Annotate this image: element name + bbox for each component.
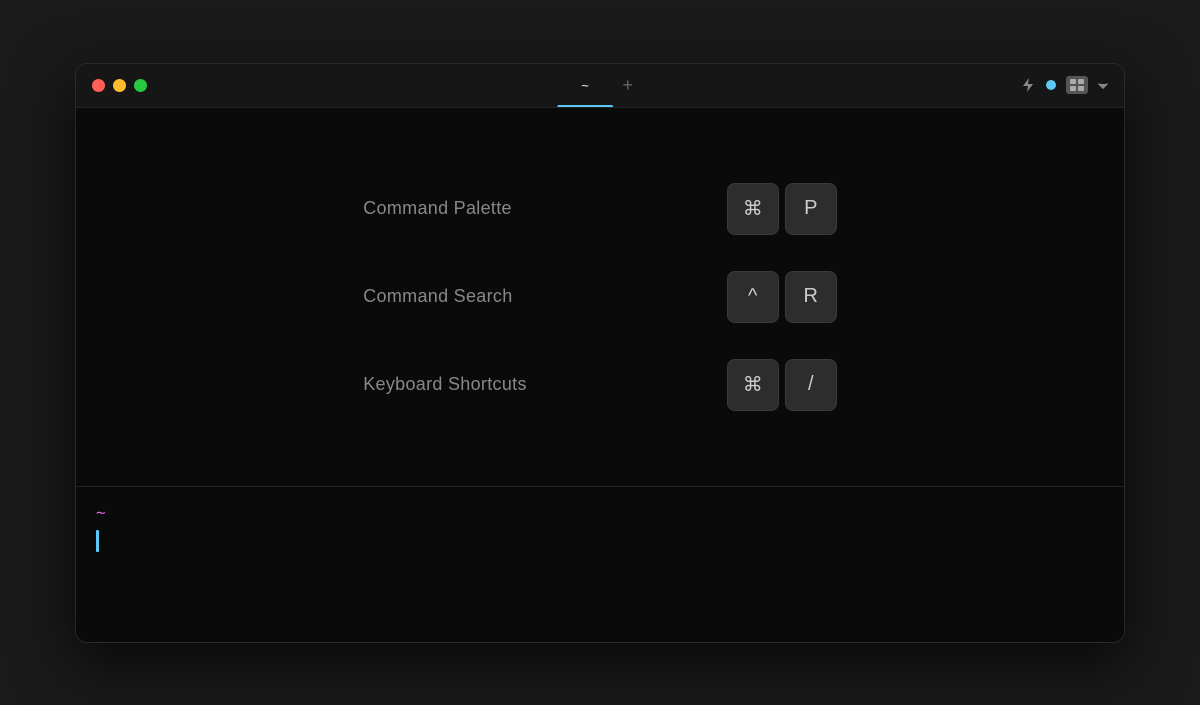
chevron-down-icon[interactable] xyxy=(1098,78,1108,92)
shortcut-keys-keyboard: ⌘ / xyxy=(727,359,837,411)
tab-label: ~ xyxy=(581,78,589,93)
key-r: R xyxy=(785,271,837,323)
shortcut-label-keyboard: Keyboard Shortcuts xyxy=(363,374,527,395)
maximize-button[interactable] xyxy=(134,79,147,92)
key-p: P xyxy=(785,183,837,235)
list-item: Command Search ^ R xyxy=(363,253,837,341)
shortcut-label-search: Command Search xyxy=(363,286,512,307)
titlebar-right xyxy=(1020,76,1108,94)
minimize-button[interactable] xyxy=(113,79,126,92)
shortcut-keys-palette: ⌘ P xyxy=(727,183,837,235)
close-button[interactable] xyxy=(92,79,105,92)
traffic-lights xyxy=(92,79,147,92)
dot-indicator xyxy=(1046,80,1056,90)
tab-bar: ~ + xyxy=(557,64,643,107)
titlebar: ~ + xyxy=(76,64,1124,108)
active-tab[interactable]: ~ xyxy=(557,64,613,107)
terminal-window: ~ + xyxy=(75,63,1125,643)
add-tab-icon: + xyxy=(623,75,634,96)
key-cmd-palette: ⌘ xyxy=(727,183,779,235)
key-ctrl-search: ^ xyxy=(727,271,779,323)
key-cmd-keyboard: ⌘ xyxy=(727,359,779,411)
lightning-icon[interactable] xyxy=(1020,77,1036,93)
shortcut-label-palette: Command Palette xyxy=(363,198,512,219)
content-area: Command Palette ⌘ P Command Search ^ R K… xyxy=(76,108,1124,642)
shortcut-keys-search: ^ R xyxy=(727,271,837,323)
terminal-prompt: ~ xyxy=(96,503,1104,522)
terminal-cursor-line xyxy=(96,530,1104,552)
terminal-panel[interactable]: ~ xyxy=(76,487,1124,642)
add-tab-button[interactable]: + xyxy=(613,70,643,100)
terminal-cursor xyxy=(96,530,99,552)
key-slash: / xyxy=(785,359,837,411)
list-item: Command Palette ⌘ P xyxy=(363,165,837,253)
window-switcher-icon[interactable] xyxy=(1066,76,1088,94)
list-item: Keyboard Shortcuts ⌘ / xyxy=(363,341,837,429)
shortcut-list: Command Palette ⌘ P Command Search ^ R K… xyxy=(363,165,837,429)
shortcut-panel: Command Palette ⌘ P Command Search ^ R K… xyxy=(76,108,1124,487)
